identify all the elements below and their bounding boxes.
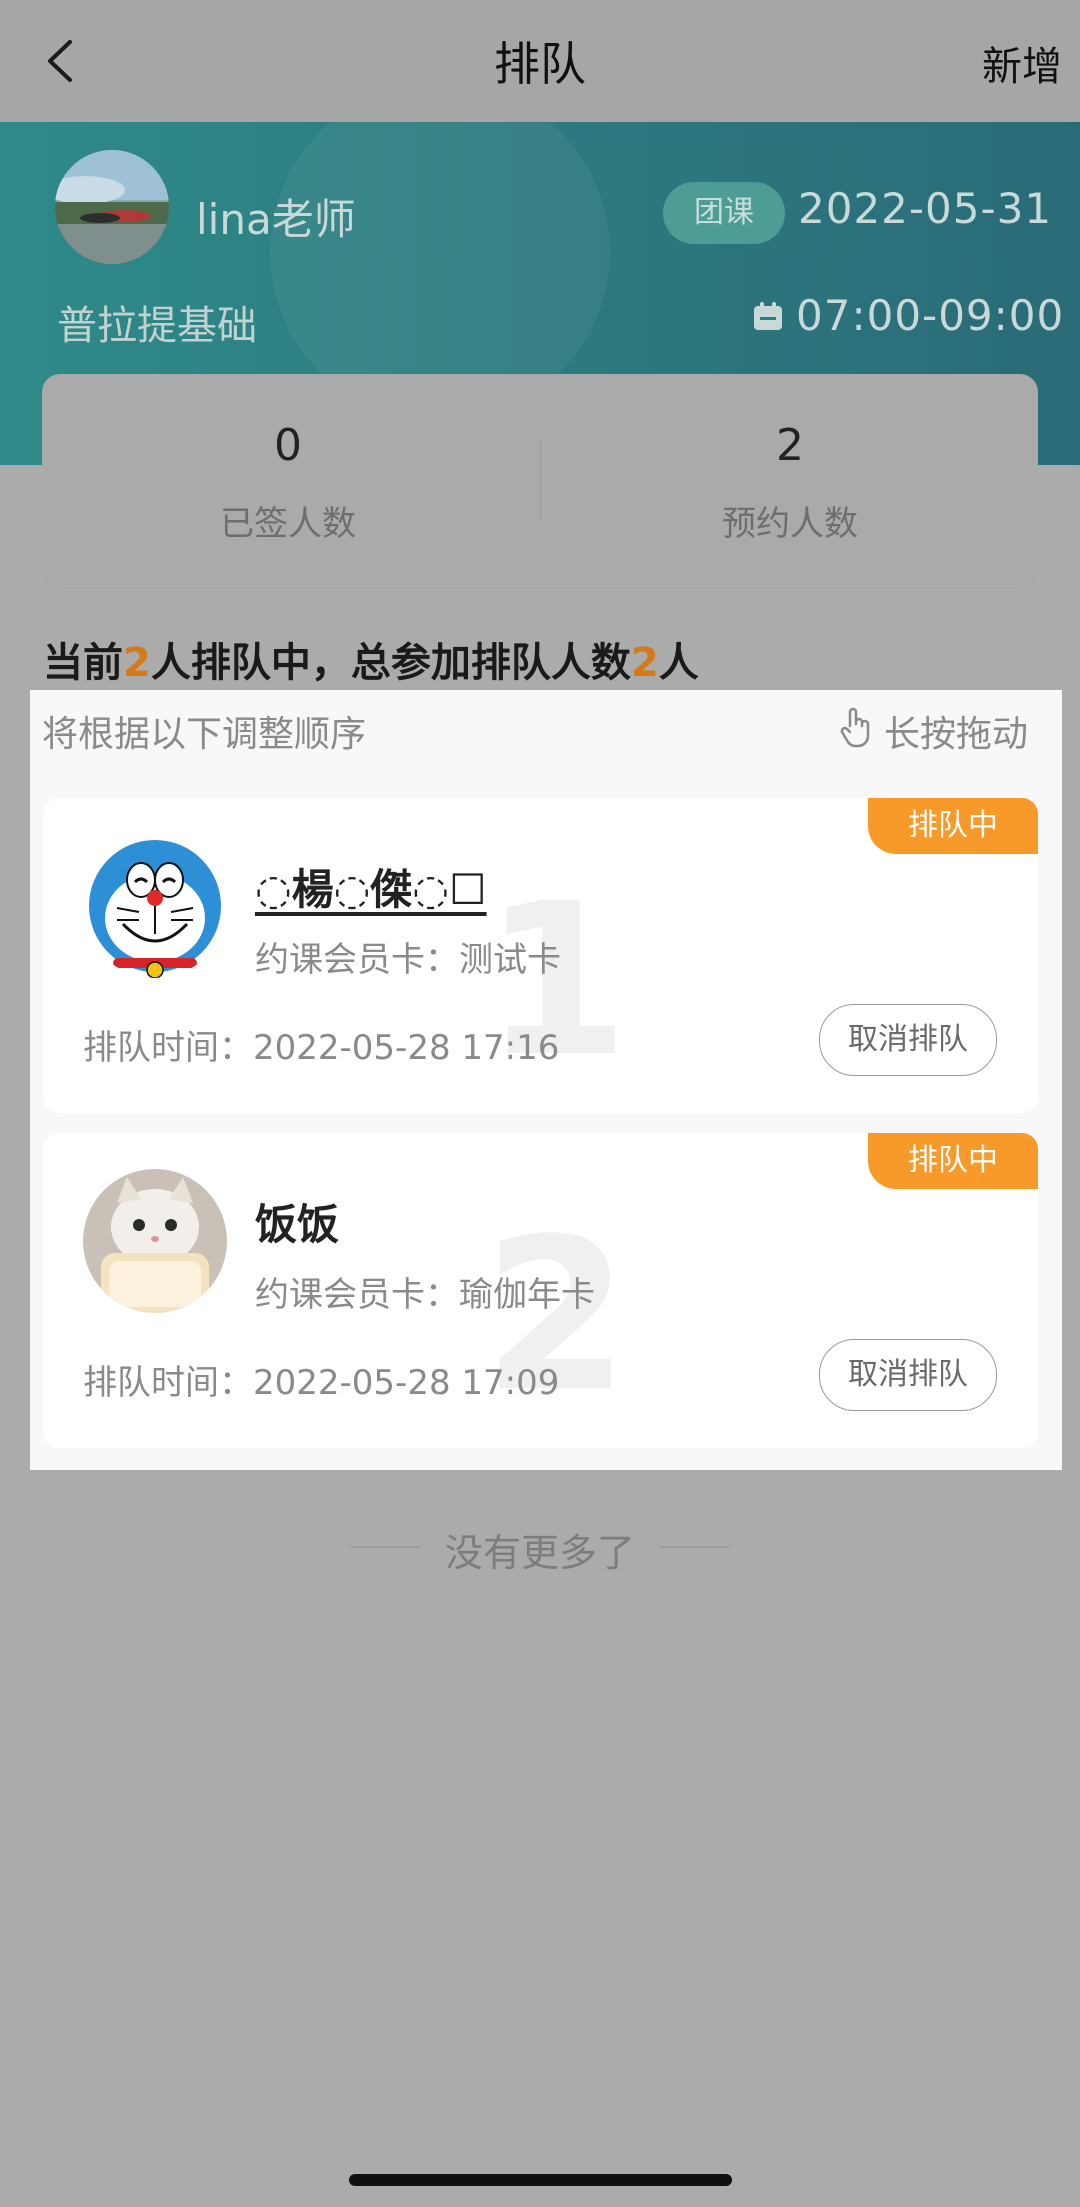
calendar-icon: [754, 302, 782, 330]
course-name: 普拉提基础: [57, 303, 257, 349]
teacher-name: lina老师: [196, 195, 356, 244]
queue-summary: 当前2人排队中，总参加排队人数2人: [43, 630, 699, 688]
membership-card: 约课会员卡：测试卡: [255, 940, 561, 980]
teacher-avatar: [55, 150, 169, 264]
summary-suffix: 人: [658, 640, 699, 686]
divider-right: [660, 1546, 730, 1548]
queue-item[interactable]: 1 排队中 ◌楊◌傑◌☐ 约课会员卡：测试卡 排队时间：2022-05-28 1…: [43, 798, 1038, 1113]
drag-hint-label: 长按拖动: [884, 714, 1029, 755]
member-avatar: [83, 1169, 227, 1313]
booked-label: 预约人数: [722, 504, 858, 544]
home-indicator[interactable]: [349, 2174, 732, 2186]
queue-time: 排队时间：2022-05-28 17:16: [83, 1028, 560, 1068]
class-date: 2022-05-31: [798, 184, 1053, 233]
no-more-text: 没有更多了: [444, 1531, 635, 1575]
booked-count: 2: [776, 420, 804, 471]
page-title: 排队: [494, 37, 586, 91]
current-queue-count: 2: [123, 640, 151, 686]
reorder-hint: 将根据以下调整顺序: [42, 714, 367, 755]
queue-item[interactable]: 2 排队中 饭饭 约课会员卡：瑜伽年卡 排队时间：2022-05-28 17:0…: [43, 1133, 1038, 1448]
total-queue-count: 2: [630, 640, 659, 686]
status-badge: 排队中: [868, 1133, 1038, 1189]
class-time: 07:00-09:00: [796, 291, 1065, 340]
queue-time: 排队时间：2022-05-28 17:09: [83, 1363, 560, 1403]
signed-label: 已签人数: [220, 504, 356, 544]
cancel-queue-button[interactable]: 取消排队: [819, 1004, 997, 1076]
summary-prefix: 当前: [43, 640, 123, 686]
cancel-queue-button[interactable]: 取消排队: [819, 1339, 997, 1411]
hand-pointer-icon: [840, 707, 870, 748]
course-type-badge: 团课: [663, 182, 785, 244]
member-name: ◌楊◌傑◌☐: [255, 865, 487, 914]
add-button[interactable]: 新增: [982, 34, 1062, 92]
membership-card: 约课会员卡：瑜伽年卡: [255, 1275, 595, 1315]
summary-middle: 人排队中，总参加排队人数: [150, 640, 631, 686]
signed-count: 0: [274, 420, 302, 471]
status-badge: 排队中: [868, 798, 1038, 854]
member-avatar: [83, 834, 227, 978]
stats-divider: [540, 440, 541, 520]
member-name: 饭饭: [255, 1200, 340, 1249]
